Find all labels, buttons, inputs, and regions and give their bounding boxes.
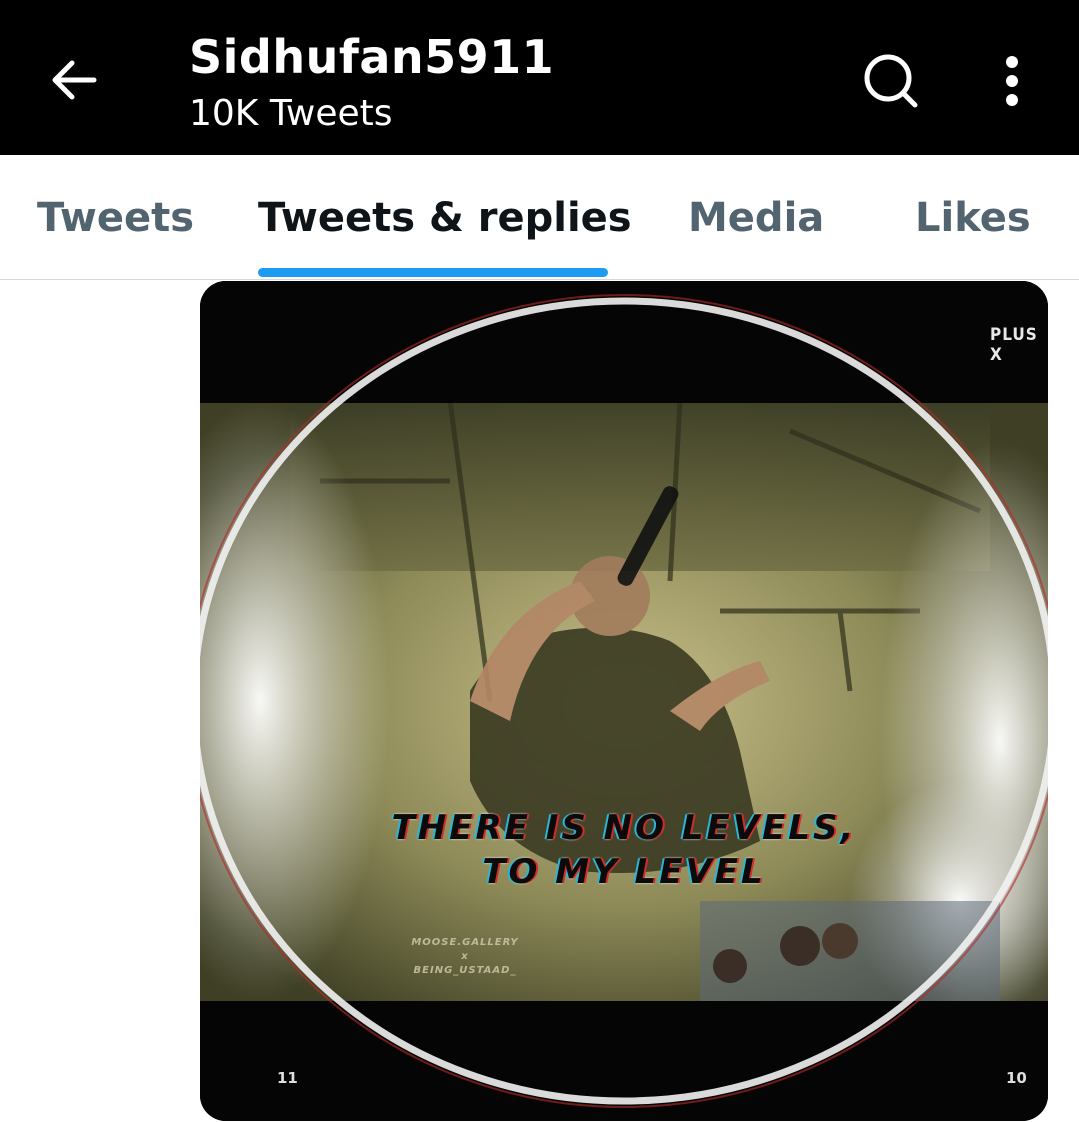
profile-tabs: Tweets Tweets & replies Media Likes (0, 155, 1079, 280)
tweet-media-image[interactable]: PLUS X THERE IS NO LEVELS, TO MY LEVEL M… (200, 281, 1048, 1121)
active-tab-indicator (258, 268, 608, 277)
tab-likes[interactable]: Likes (915, 195, 1031, 241)
credit-line-1: MOOSE.GALLERY (411, 937, 519, 948)
quote-line-2: TO MY LEVEL (482, 852, 766, 892)
credit-line-3: BEING_USTAAD_ (413, 965, 517, 976)
back-button[interactable] (44, 50, 104, 110)
quote-line-1: THERE IS NO LEVELS, (391, 808, 857, 848)
frame-number-left: 11 (277, 1069, 298, 1087)
tab-media[interactable]: Media (688, 195, 824, 241)
frame-number-right: 10 (1006, 1069, 1027, 1087)
search-icon (864, 54, 918, 108)
top-app-bar: Sidhufan5911 10K Tweets (0, 0, 1079, 155)
more-vertical-icon (1006, 56, 1018, 106)
search-button[interactable] (860, 50, 922, 112)
tab-tweets-and-replies[interactable]: Tweets & replies (258, 195, 632, 241)
concert-photo (200, 281, 1048, 1121)
tab-tweets[interactable]: Tweets (37, 195, 194, 241)
credit-line-2: x (461, 951, 469, 962)
watermark-text: PLUS X (990, 325, 1038, 365)
tweet-count: 10K Tweets (189, 93, 393, 134)
more-options-button[interactable] (990, 52, 1034, 112)
profile-name: Sidhufan5911 (189, 30, 555, 84)
arrow-left-icon (52, 60, 97, 100)
